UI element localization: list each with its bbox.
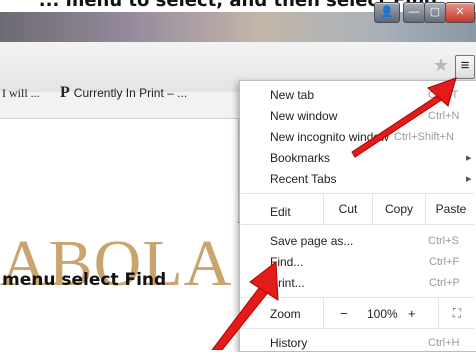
arrow-shaft <box>351 93 444 158</box>
arrow-to-menu-icon <box>351 77 457 158</box>
arrow-shaft <box>211 283 271 350</box>
arrow-to-find-item <box>211 261 279 350</box>
red-arrow-annotations <box>211 77 457 350</box>
